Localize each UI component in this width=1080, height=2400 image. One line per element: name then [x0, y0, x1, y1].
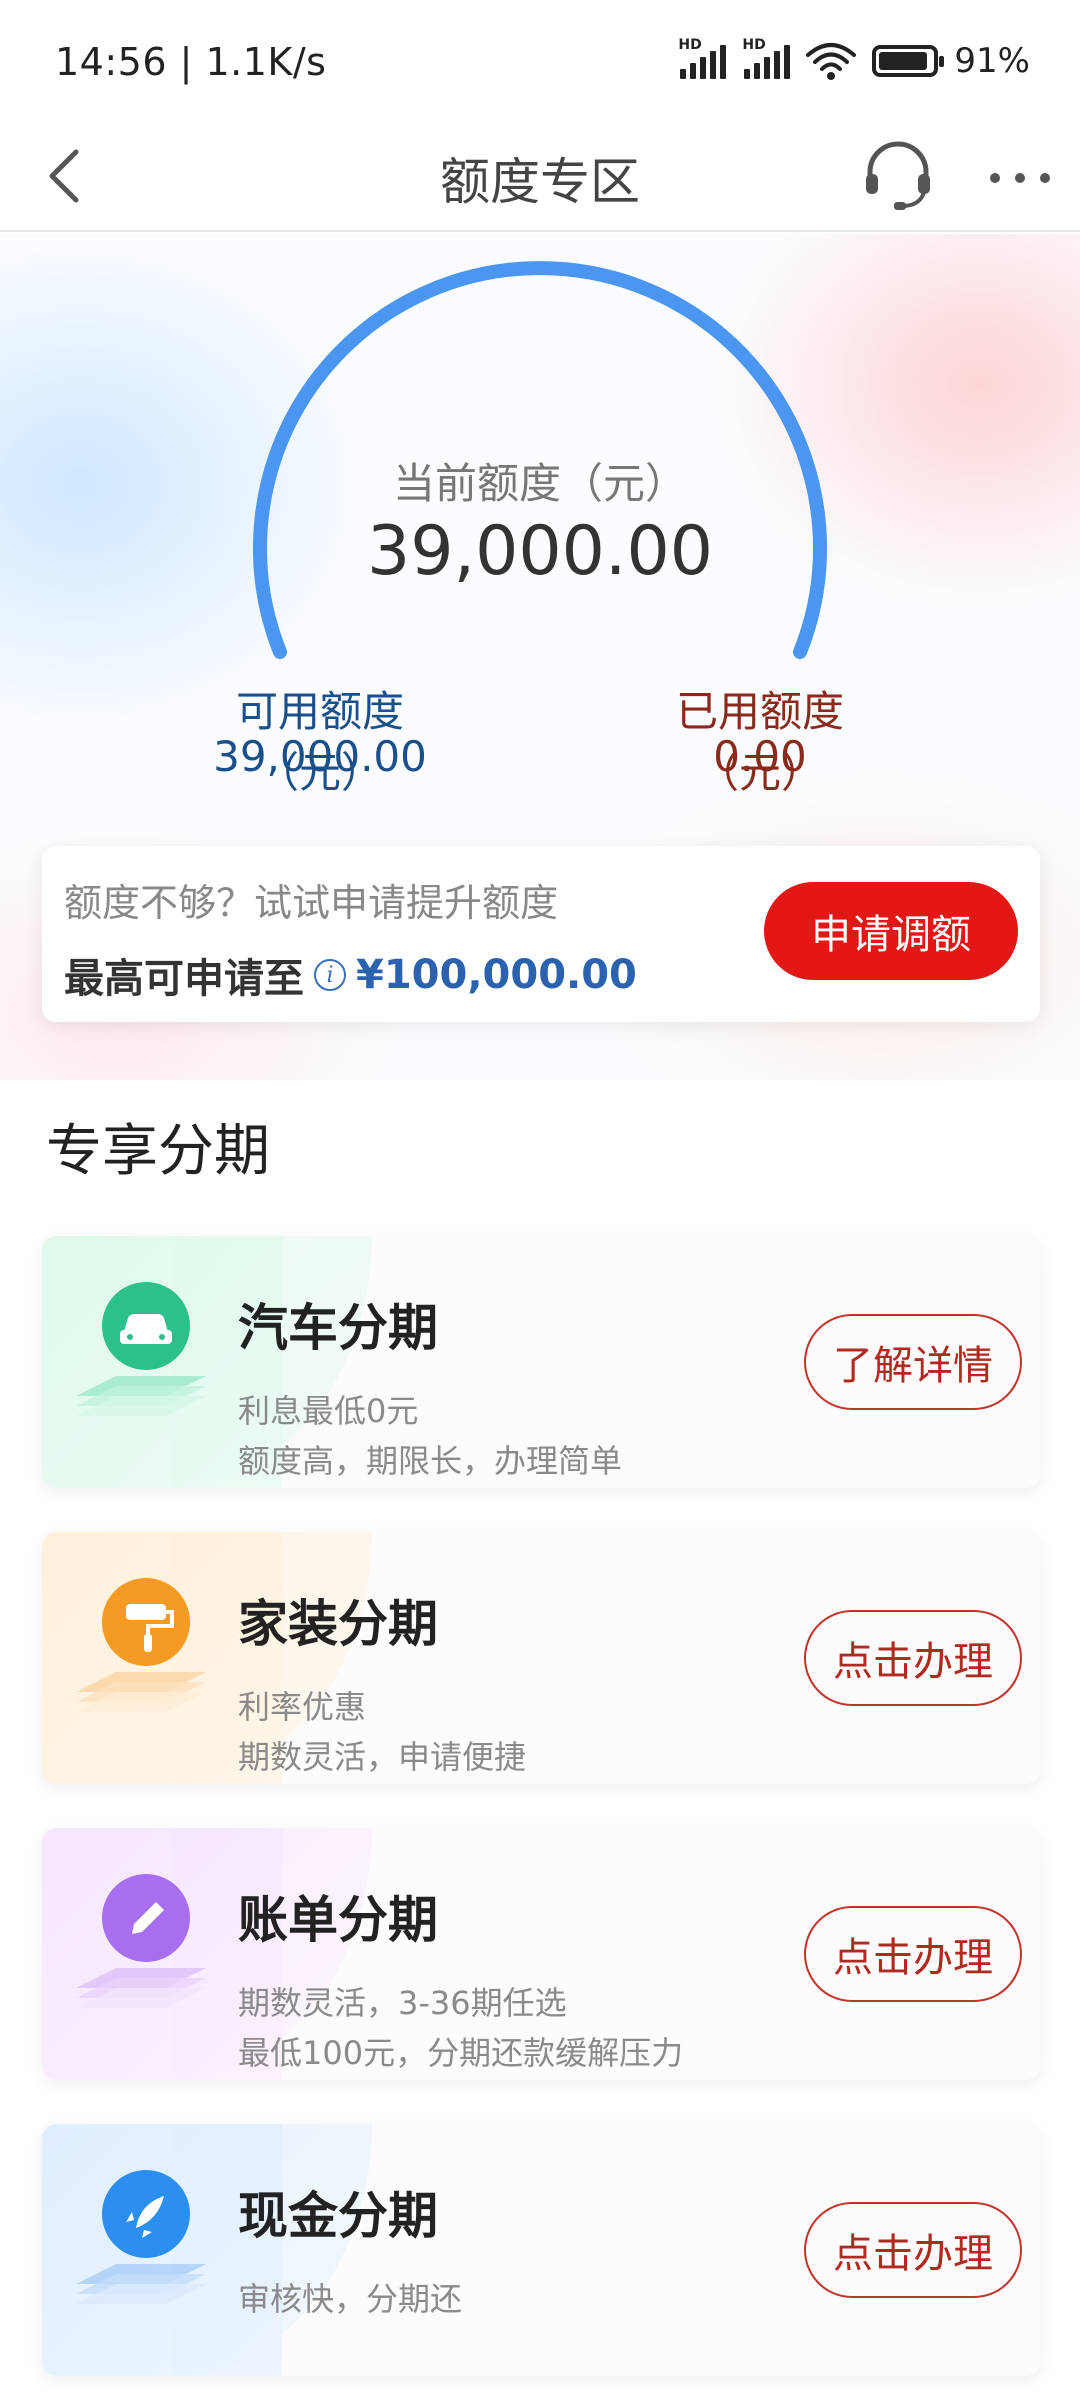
nav-bar: 额度专区: [0, 120, 1080, 232]
used-quota-value: 0.00: [713, 732, 807, 781]
raise-max-value: ¥100,000.00: [356, 952, 637, 998]
product-desc: 最低100元，分期还款缓解压力: [238, 2034, 684, 2072]
paint-roller-icon: [76, 1578, 206, 1712]
product-title: 家装分期: [238, 1595, 438, 1653]
quota-hero: 当前额度（元） 39,000.00 可用额度（元） 39,000.00 已用额度…: [0, 234, 1080, 1080]
battery-icon: [872, 45, 945, 77]
rocket-icon: [76, 2170, 206, 2304]
product-title: 汽车分期: [238, 1299, 438, 1357]
status-bar: 14:56 | 1.1K/s HD HD 91%: [0, 0, 1080, 120]
raise-hint: 额度不够？试试申请提升额度: [64, 881, 559, 925]
apply-button[interactable]: 点击办理: [804, 2202, 1022, 2298]
more-dots-icon[interactable]: [990, 158, 1050, 198]
status-indicators: HD HD 91%: [678, 37, 1030, 84]
product-card-bill[interactable]: 账单分期 期数灵活，3-36期任选 最低100元，分期还款缓解压力 点击办理: [42, 1828, 1040, 2080]
raise-quota-card: 额度不够？试试申请提升额度 最高可申请至 i ¥100,000.00 申请调额: [42, 846, 1040, 1022]
current-quota-value: 39,000.00: [366, 512, 714, 591]
learn-more-button[interactable]: 了解详情: [804, 1314, 1022, 1410]
pencil-icon: [76, 1874, 206, 2008]
battery-percentage: 91%: [954, 41, 1030, 81]
apply-button[interactable]: 点击办理: [804, 1906, 1022, 2002]
available-quota-value: 39,000.00: [213, 732, 427, 781]
product-desc: 额度高，期限长，办理简单: [238, 1442, 623, 1480]
wifi-icon: [806, 43, 857, 80]
status-time: 14:56 | 1.1K/s: [55, 40, 327, 84]
product-desc: 期数灵活，3-36期任选: [238, 1984, 567, 2022]
product-title: 现金分期: [238, 2187, 438, 2245]
section-title: 专享分期: [46, 1119, 270, 1184]
apply-button[interactable]: 点击办理: [804, 1610, 1022, 1706]
raise-max-label: 最高可申请至: [64, 956, 304, 1002]
product-card-car[interactable]: 汽车分期 利息最低0元 额度高，期限长，办理简单 了解详情: [42, 1236, 1040, 1488]
apply-raise-button[interactable]: 申请调额: [764, 882, 1018, 980]
car-icon: [76, 1282, 206, 1416]
product-desc: 利率优惠: [238, 1688, 367, 1726]
headset-icon[interactable]: [858, 134, 938, 214]
product-title: 账单分期: [238, 1891, 438, 1949]
current-quota-label: 当前额度（元）: [392, 459, 687, 508]
product-desc: 审核快，分期还: [238, 2280, 463, 2318]
info-icon[interactable]: i: [314, 959, 346, 991]
product-desc: 利息最低0元: [238, 1392, 419, 1430]
product-card-cash[interactable]: 现金分期 审核快，分期还 点击办理: [42, 2124, 1040, 2376]
signal-icon: HD: [678, 37, 727, 79]
signal-icon-2: HD: [742, 37, 791, 79]
product-card-home[interactable]: 家装分期 利率优惠 期数灵活，申请便捷 点击办理: [42, 1532, 1040, 1784]
product-desc: 期数灵活，申请便捷: [238, 1738, 527, 1776]
raise-max-row: 最高可申请至 i ¥100,000.00: [64, 946, 637, 1004]
